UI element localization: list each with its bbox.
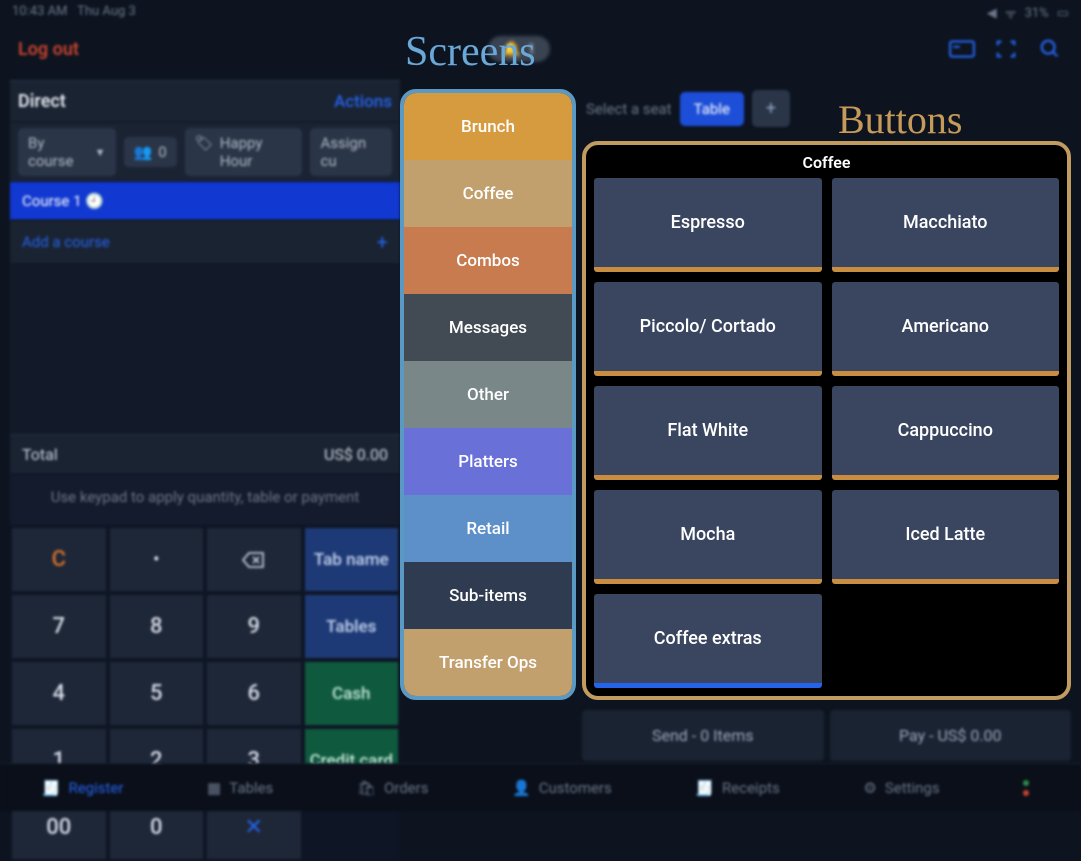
by-course-button[interactable]: By course▼: [18, 128, 116, 176]
happy-hour-button[interactable]: 🏷Happy Hour: [185, 128, 303, 176]
gear-icon: ⚙: [863, 779, 876, 797]
key-5[interactable]: 5: [110, 662, 204, 725]
status-time: 10:43 AM: [12, 4, 67, 19]
caret-down-icon: ▼: [95, 146, 106, 159]
register-icon: 🧾: [42, 779, 61, 797]
plus-icon: +: [377, 230, 388, 254]
product-flat-white[interactable]: Flat White: [594, 386, 822, 480]
location-icon: ◀: [987, 6, 997, 21]
assign-customer-button[interactable]: Assign cu: [310, 128, 392, 176]
total-row: Total US$ 0.00: [10, 434, 400, 474]
order-items-area: [10, 264, 400, 434]
notif-count: 1: [527, 40, 535, 58]
product-macchiato[interactable]: Macchiato: [832, 178, 1060, 272]
screen-retail[interactable]: Retail: [404, 495, 572, 562]
battery-label: 31%: [1025, 6, 1049, 21]
key-backspace[interactable]: [207, 528, 301, 591]
nav-tables[interactable]: ▦Tables: [207, 779, 273, 797]
logout-button[interactable]: Log out: [18, 39, 79, 60]
screen-sub-items[interactable]: Sub-items: [404, 562, 572, 629]
key-tables[interactable]: Tables: [305, 595, 399, 658]
scan-icon[interactable]: [993, 38, 1019, 60]
actions-button[interactable]: Actions: [334, 92, 392, 112]
key-tab-name[interactable]: Tab name: [305, 528, 399, 591]
products-panel: Select a seat Table + Coffee EspressoMac…: [576, 80, 1071, 861]
nav-orders[interactable]: 🛍Orders: [357, 779, 429, 797]
product-iced-latte[interactable]: Iced Latte: [832, 490, 1060, 584]
top-bar: Log out 🔔 1: [0, 26, 1081, 80]
total-label: Total: [22, 445, 58, 464]
wifi-icon: ᯤ: [1005, 4, 1017, 22]
screen-other[interactable]: Other: [404, 361, 572, 428]
receipts-icon: 🧾: [695, 779, 714, 797]
covers-button[interactable]: 👥0: [124, 137, 177, 167]
key-4[interactable]: 4: [12, 662, 106, 725]
select-seat-hint: Select a seat: [586, 100, 672, 118]
product-piccolo-cortado[interactable]: Piccolo/ Cortado: [594, 282, 822, 376]
tables-icon: ▦: [207, 779, 221, 797]
customers-icon: 👤: [512, 779, 531, 797]
add-course-button[interactable]: Add a course +: [10, 220, 400, 264]
clock-icon: 🕘: [85, 192, 104, 210]
screen-coffee[interactable]: Coffee: [404, 160, 572, 227]
screen-brunch[interactable]: Brunch: [404, 93, 572, 160]
keypad-hint: Use keypad to apply quantity, table or p…: [10, 474, 400, 526]
order-panel: Direct Actions By course▼ 👥0 🏷Happy Hour…: [10, 80, 400, 861]
product-cappuccino[interactable]: Cappuccino: [832, 386, 1060, 480]
pay-button[interactable]: Pay - US$ 0.00: [830, 710, 1072, 761]
orders-icon: 🛍: [357, 779, 376, 797]
send-button[interactable]: Send - 0 Items: [582, 710, 824, 761]
people-icon: 👥: [134, 143, 153, 161]
table-button[interactable]: Table: [680, 92, 744, 126]
product-coffee-extras[interactable]: Coffee extras: [594, 594, 822, 688]
battery-icon: ▭: [1057, 6, 1069, 21]
status-dots: [1023, 780, 1039, 796]
nav-customers[interactable]: 👤Customers: [512, 779, 612, 797]
key-clear[interactable]: C: [12, 528, 106, 591]
key-dot[interactable]: •: [110, 528, 204, 591]
total-value: US$ 0.00: [324, 445, 388, 464]
product-mocha[interactable]: Mocha: [594, 490, 822, 584]
screen-platters[interactable]: Platters: [404, 428, 572, 495]
screen-messages[interactable]: Messages: [404, 294, 572, 361]
add-seat-button[interactable]: +: [752, 90, 790, 127]
course-row[interactable]: Course 1 🕘: [10, 182, 400, 220]
bell-icon: 🔔: [502, 40, 521, 58]
search-icon[interactable]: [1037, 38, 1063, 60]
notification-pill[interactable]: 🔔 1: [488, 36, 549, 62]
nav-settings[interactable]: ⚙Settings: [863, 779, 939, 797]
buttons-title: Coffee: [594, 153, 1059, 178]
status-date: Thu Aug 3: [77, 4, 136, 19]
key-6[interactable]: 6: [207, 662, 301, 725]
screen-transfer-ops[interactable]: Transfer Ops: [404, 629, 572, 696]
card-icon[interactable]: [949, 38, 975, 60]
screen-combos[interactable]: Combos: [404, 227, 572, 294]
key-cash[interactable]: Cash: [305, 662, 399, 725]
product-espresso[interactable]: Espresso: [594, 178, 822, 272]
key-9[interactable]: 9: [207, 595, 301, 658]
tag-icon: 🏷: [195, 134, 214, 170]
key-8[interactable]: 8: [110, 595, 204, 658]
status-bar: 10:43 AM Thu Aug 3 ◀ ᯤ 31% ▭: [0, 0, 1081, 26]
nav-register[interactable]: 🧾Register: [42, 779, 124, 797]
key-7[interactable]: 7: [12, 595, 106, 658]
buttons-box: Coffee EspressoMacchiatoPiccolo/ Cortado…: [582, 141, 1071, 700]
bottom-nav: 🧾Register ▦Tables 🛍Orders 👤Customers 🧾Re…: [0, 763, 1081, 811]
nav-receipts[interactable]: 🧾Receipts: [695, 779, 779, 797]
screens-column: BrunchCoffeeCombosMessagesOtherPlattersR…: [400, 80, 576, 861]
order-title: Direct: [18, 91, 66, 112]
product-americano[interactable]: Americano: [832, 282, 1060, 376]
